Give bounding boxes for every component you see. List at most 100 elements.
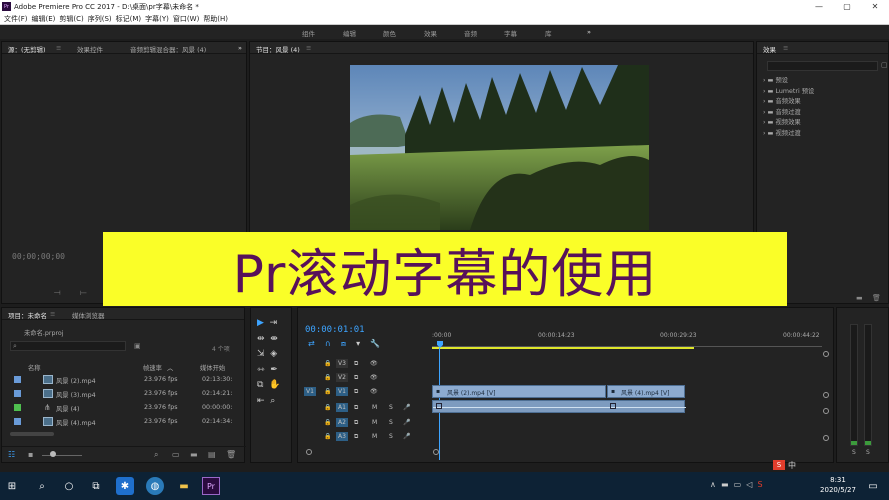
ime-logo-icon[interactable]: S [773,460,785,470]
track-label-v2[interactable]: V2 [336,373,348,382]
project-menu-icon[interactable]: ≡ [50,310,55,318]
menu-sequence[interactable]: 序列(S) [88,14,112,24]
lock-icon[interactable]: 🔒 [324,374,331,381]
horizontal-zoom-handle[interactable] [433,449,439,455]
marker-icon[interactable]: ▾ [356,339,360,348]
workspace-titles[interactable]: 字幕 [504,28,517,38]
ime-mode[interactable]: 中 [788,460,796,471]
toggle-sync-icon[interactable]: ⧉ [354,419,358,427]
search-icon[interactable]: ⌕ [33,477,51,495]
icon-view-icon[interactable]: ▪ [28,450,33,459]
type-tool-icon[interactable]: ⇤ [257,396,265,406]
audio-clip[interactable] [432,400,686,413]
lock-icon[interactable]: 🔒 [324,404,331,411]
workspace-libraries[interactable]: 库 [545,28,552,38]
vertical-zoom-handle[interactable] [823,351,829,357]
tab-media-browser[interactable]: 媒体浏览器 [72,310,105,320]
workspace-effects[interactable]: 效果 [424,28,437,38]
effects-item-audio-transitions[interactable]: › ▬ 音频过渡 [763,108,814,119]
track-label-a3[interactable]: A3 [336,432,348,441]
toggle-sync-icon[interactable]: ⧉ [354,388,358,396]
pen-tool-icon[interactable]: ✒ [270,365,278,375]
eye-icon[interactable]: 👁 [370,388,378,395]
list-view-icon[interactable]: ☷ [8,450,15,459]
premiere-taskbar-icon[interactable]: Pr [202,477,220,495]
vertical-zoom-handle[interactable] [823,392,829,398]
wrench-icon[interactable]: 🔧 [370,339,380,348]
workspace-audio[interactable]: 音频 [464,28,477,38]
effects-item-video-transitions[interactable]: › ▬ 视频过渡 [763,129,814,140]
column-frame-rate[interactable]: 帧速率 [143,363,162,372]
sort-ascending-icon[interactable]: ︿ [167,363,173,372]
mute-button[interactable]: M [372,404,377,411]
zoom-slider-handle[interactable] [50,451,56,457]
clear-search-icon[interactable]: ▢ [881,61,888,69]
new-bin-icon[interactable]: ▬ [856,294,863,302]
solo-button[interactable]: S [389,433,393,440]
eye-icon[interactable]: 👁 [370,374,378,381]
program-video-frame[interactable] [350,65,649,230]
list-item[interactable]: 风景 (4).mp4 23.976 fps 02:14:34: [10,415,242,428]
mark-out-icon[interactable]: ⟝ [80,288,87,298]
razor-tool-icon[interactable]: ◈ [270,349,277,359]
vertical-zoom-handle[interactable] [823,435,829,441]
project-search-input[interactable] [10,341,126,351]
toggle-sync-icon[interactable]: ⧉ [354,404,358,412]
tab-effects[interactable]: 效果 [763,44,776,54]
effects-search-input[interactable] [767,61,878,71]
automate-to-sequence-icon[interactable]: ⌕ [154,450,158,460]
list-item[interactable]: 风景 (3).mp4 23.976 fps 02:14:21: [10,387,242,400]
lock-icon[interactable]: 🔒 [324,388,331,395]
mark-in-icon[interactable]: ⟞ [54,288,61,298]
workspace-more-icon[interactable]: » [587,28,591,36]
new-bin-icon[interactable]: ▬ [190,450,198,459]
snap-icon[interactable]: ⇄ [308,339,315,348]
workspace-editing[interactable]: 编辑 [343,28,356,38]
menu-marker[interactable]: 标记(M) [116,14,142,24]
solo-button[interactable]: S [389,404,393,411]
new-bin-from-search-icon[interactable]: ▣ [134,342,141,350]
find-icon[interactable]: ▭ [172,450,180,459]
timeline-timecode[interactable]: 00:00:01:01 [305,325,365,335]
mute-button[interactable]: M [372,433,377,440]
delete-icon[interactable]: 🗑 [872,294,881,302]
windows-start-icon[interactable]: ⊞ [3,477,21,495]
slide-tool-icon[interactable]: ⧉ [257,380,263,390]
track-select-tool-icon[interactable]: ⇥ [270,318,278,328]
list-item[interactable]: 风景 (2).mp4 23.976 fps 02:13:30: [10,373,242,386]
vertical-zoom-handle[interactable] [823,408,829,414]
effects-menu-icon[interactable]: ≡ [783,44,788,52]
clock[interactable]: 8:31 2020/5/27 [818,476,858,494]
tab-effect-controls[interactable]: 效果控件 [77,44,103,54]
add-marker-icon[interactable]: ⧈ [341,339,346,348]
toggle-sync-icon[interactable]: ⧉ [354,360,358,368]
rate-stretch-tool-icon[interactable]: ⇲ [257,349,265,359]
horizontal-zoom-handle[interactable] [306,449,312,455]
slip-tool-icon[interactable]: ⇿ [257,365,265,375]
maximize-button[interactable]: ▢ [833,0,861,13]
hand-tool-icon[interactable]: ✋ [269,380,280,390]
workspace-assembly[interactable]: 组件 [302,28,315,38]
track-label-a1[interactable]: A1 [336,403,348,412]
menu-clip[interactable]: 剪辑(C) [59,14,83,24]
menu-file[interactable]: 文件(F) [4,14,28,24]
effects-item-video-effects[interactable]: › ▬ 视频效果 [763,118,814,129]
toggle-sync-icon[interactable]: ⧉ [354,433,358,441]
menu-edit[interactable]: 编辑(E) [32,14,56,24]
browser-icon[interactable]: ◍ [146,477,164,495]
lock-icon[interactable]: 🔒 [324,433,331,440]
file-explorer-icon[interactable]: ▬ [175,477,193,495]
program-menu-icon[interactable]: ≡ [306,44,311,52]
source-timecode[interactable]: 00;00;00;00 [12,252,65,261]
track-label-v3[interactable]: V3 [336,359,348,368]
tab-project[interactable]: 项目：未命名 [8,310,47,320]
effects-item-presets[interactable]: › ▬ 预设 [763,76,814,87]
selection-tool-icon[interactable]: ▶ [257,318,264,328]
track-label-v1[interactable]: V1 [336,387,348,396]
column-name[interactable]: 名称 [28,363,41,372]
zoom-tool-icon[interactable]: ⌕ [270,396,275,406]
column-media-start[interactable]: 媒体开始 [200,363,225,372]
panel-overflow-icon[interactable]: » [238,44,242,52]
effects-item-lumetri[interactable]: › ▬ Lumetri 预设 [763,87,814,98]
microphone-icon[interactable]: 🎤 [403,433,410,440]
